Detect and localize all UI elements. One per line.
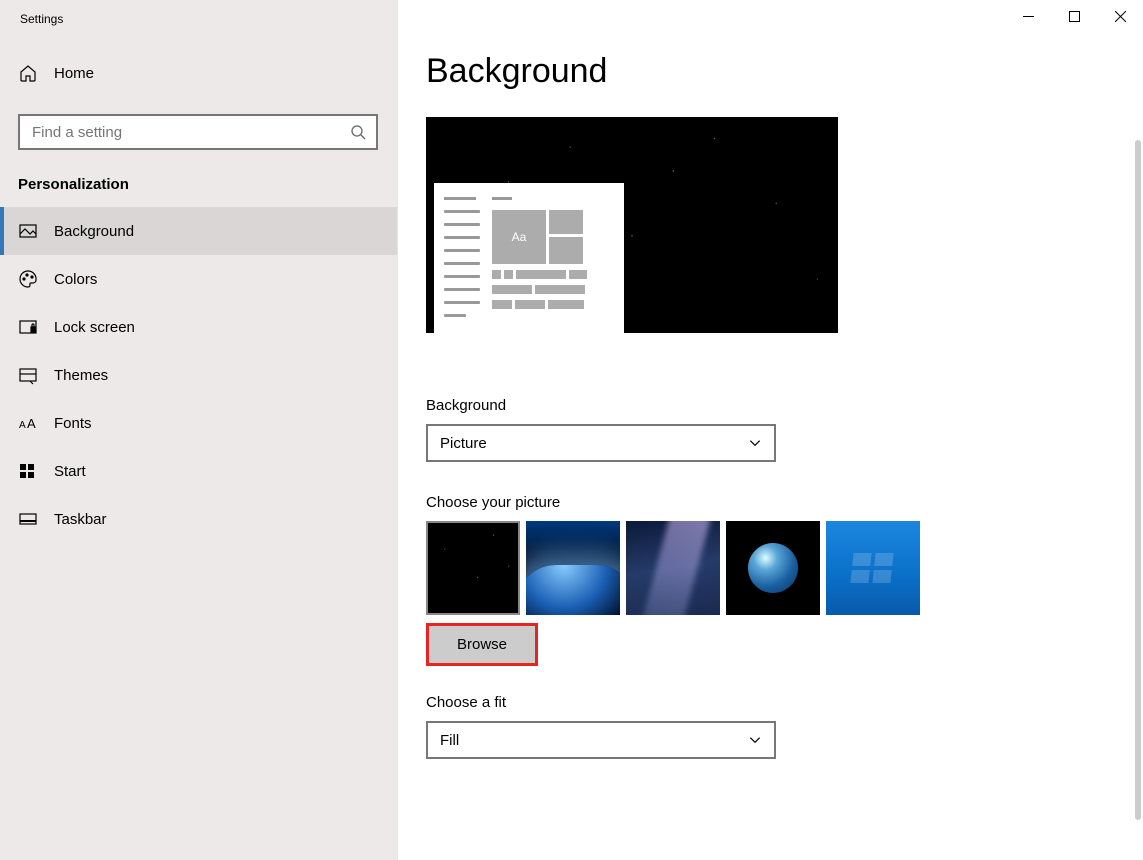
picture-thumb-4[interactable]	[726, 521, 820, 615]
background-label: Background	[426, 397, 1143, 414]
window-controls	[1005, 0, 1143, 32]
app-title: Settings	[0, 12, 397, 44]
picture-thumb-3[interactable]	[626, 521, 720, 615]
svg-text:A: A	[19, 420, 26, 431]
chevron-down-icon	[748, 733, 762, 747]
fit-dropdown-value: Fill	[440, 732, 459, 749]
sidebar-item-themes[interactable]: Themes	[0, 351, 397, 399]
sidebar-item-label: Background	[54, 223, 134, 240]
sidebar-item-fonts[interactable]: AA Fonts	[0, 399, 397, 447]
browse-button[interactable]: Browse	[429, 626, 535, 663]
fit-dropdown[interactable]: Fill	[426, 721, 776, 759]
sidebar-item-lockscreen[interactable]: Lock screen	[0, 303, 397, 351]
background-dropdown[interactable]: Picture	[426, 424, 776, 462]
preview-aa-tile: Aa	[492, 210, 546, 264]
picture-thumb-1[interactable]	[426, 521, 520, 615]
sidebar-item-label: Colors	[54, 271, 97, 288]
background-dropdown-value: Picture	[440, 435, 487, 452]
preview-mock-window: Aa	[434, 183, 624, 333]
sidebar-item-colors[interactable]: Colors	[0, 255, 397, 303]
start-icon	[18, 461, 38, 481]
search-input[interactable]	[20, 116, 376, 148]
sidebar-item-label: Taskbar	[54, 511, 107, 528]
search-field[interactable]	[18, 114, 378, 150]
picture-icon	[18, 221, 38, 241]
category-title: Personalization	[0, 168, 397, 207]
sidebar-item-background[interactable]: Background	[0, 207, 397, 255]
desktop-preview: Aa	[426, 117, 838, 333]
sidebar-item-start[interactable]: Start	[0, 447, 397, 495]
choose-fit-label: Choose a fit	[426, 694, 1143, 711]
picture-thumbnails	[426, 521, 1143, 615]
lock-screen-icon	[18, 317, 38, 337]
choose-picture-label: Choose your picture	[426, 494, 1143, 511]
sidebar-item-label: Start	[54, 463, 86, 480]
sidebar-item-taskbar[interactable]: Taskbar	[0, 495, 397, 543]
sidebar-item-label: Lock screen	[54, 319, 135, 336]
fonts-icon: AA	[18, 413, 38, 433]
palette-icon	[18, 269, 38, 289]
home-button[interactable]: Home	[0, 50, 397, 96]
themes-icon	[18, 365, 38, 385]
settings-window: Settings Home Personalization Background	[0, 0, 1143, 860]
vertical-scrollbar[interactable]	[1135, 140, 1141, 820]
content-area: Background Aa	[398, 0, 1143, 860]
chevron-down-icon	[748, 436, 762, 450]
search-icon	[350, 124, 366, 140]
sidebar: Settings Home Personalization Background	[0, 0, 398, 860]
close-button[interactable]	[1097, 0, 1143, 32]
browse-highlight: Browse	[426, 623, 538, 666]
picture-thumb-2[interactable]	[526, 521, 620, 615]
maximize-button[interactable]	[1051, 0, 1097, 32]
taskbar-icon	[18, 509, 38, 529]
home-label: Home	[54, 65, 94, 82]
home-icon	[18, 63, 38, 83]
minimize-button[interactable]	[1005, 0, 1051, 32]
sidebar-item-label: Themes	[54, 367, 108, 384]
picture-thumb-5[interactable]	[826, 521, 920, 615]
page-title: Background	[426, 52, 1143, 91]
svg-text:A: A	[27, 416, 36, 431]
sidebar-item-label: Fonts	[54, 415, 92, 432]
